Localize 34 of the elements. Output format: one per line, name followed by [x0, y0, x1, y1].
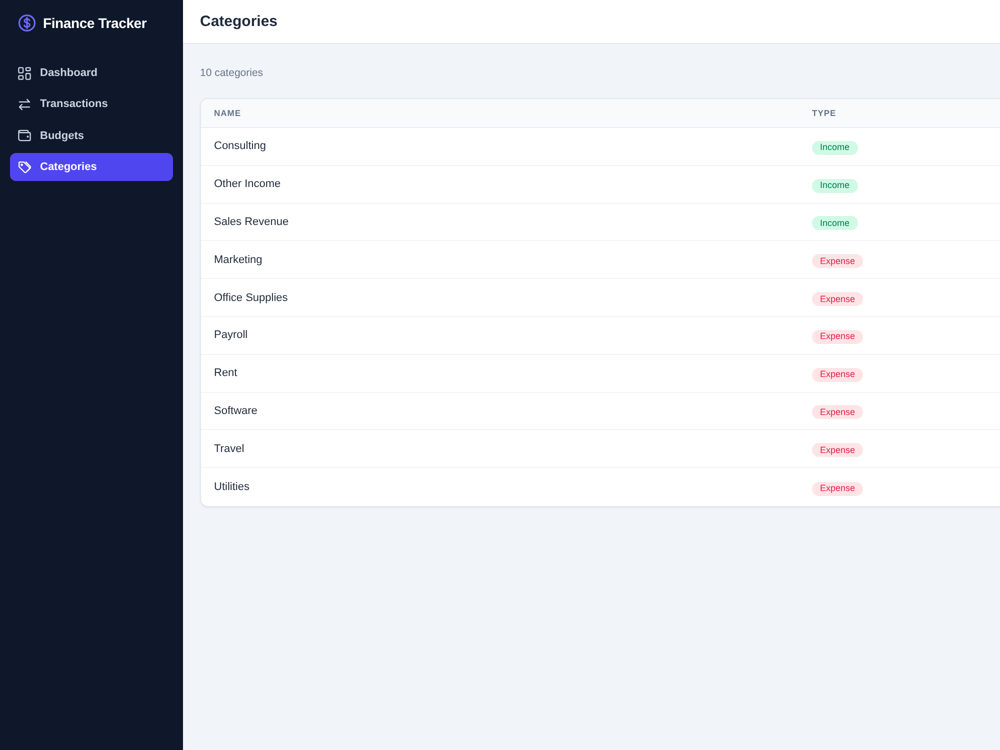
- column-header: TYPE: [811, 108, 836, 118]
- category-name: Sales Revenue: [213, 216, 289, 228]
- category-name: Utilities: [213, 481, 250, 494]
- category-name: Other Income: [213, 178, 281, 190]
- type-tag: Expense: [812, 482, 864, 496]
- category-name: Rent: [213, 367, 238, 380]
- app-title: Finance Tracker: [43, 15, 147, 31]
- nav-item[interactable]: Categories: [10, 153, 173, 182]
- type-tag: Expense: [812, 368, 864, 382]
- tag-icon: [18, 160, 31, 174]
- type-tag: Expense: [812, 405, 864, 420]
- type-tag: Income: [812, 178, 858, 193]
- nav-item[interactable]: Transactions: [10, 90, 173, 118]
- type-tag: Income: [812, 216, 858, 230]
- column-header: NAME: [213, 108, 242, 118]
- category-name: Software: [213, 404, 258, 417]
- type-tag: Expense: [812, 443, 864, 458]
- dollar-circle-icon: [18, 14, 36, 32]
- category-name: Office Supplies: [213, 292, 288, 304]
- grid-icon: [18, 66, 31, 80]
- page-title: Categories: [200, 13, 278, 30]
- type-tag: Expense: [812, 292, 864, 306]
- arrows-icon: [18, 98, 31, 111]
- category-name: Marketing: [213, 254, 262, 266]
- nav-item[interactable]: Dashboard: [10, 59, 173, 87]
- wallet-icon: [18, 129, 31, 142]
- type-tag: Income: [812, 140, 858, 155]
- nav-item[interactable]: Budgets: [10, 122, 173, 150]
- category-name: Consulting: [213, 140, 266, 152]
- type-tag: Expense: [812, 254, 864, 268]
- category-name: Payroll: [213, 329, 248, 342]
- category-name: Travel: [213, 442, 244, 455]
- category-count: 10 categories: [200, 66, 264, 80]
- type-tag: Expense: [812, 330, 864, 344]
